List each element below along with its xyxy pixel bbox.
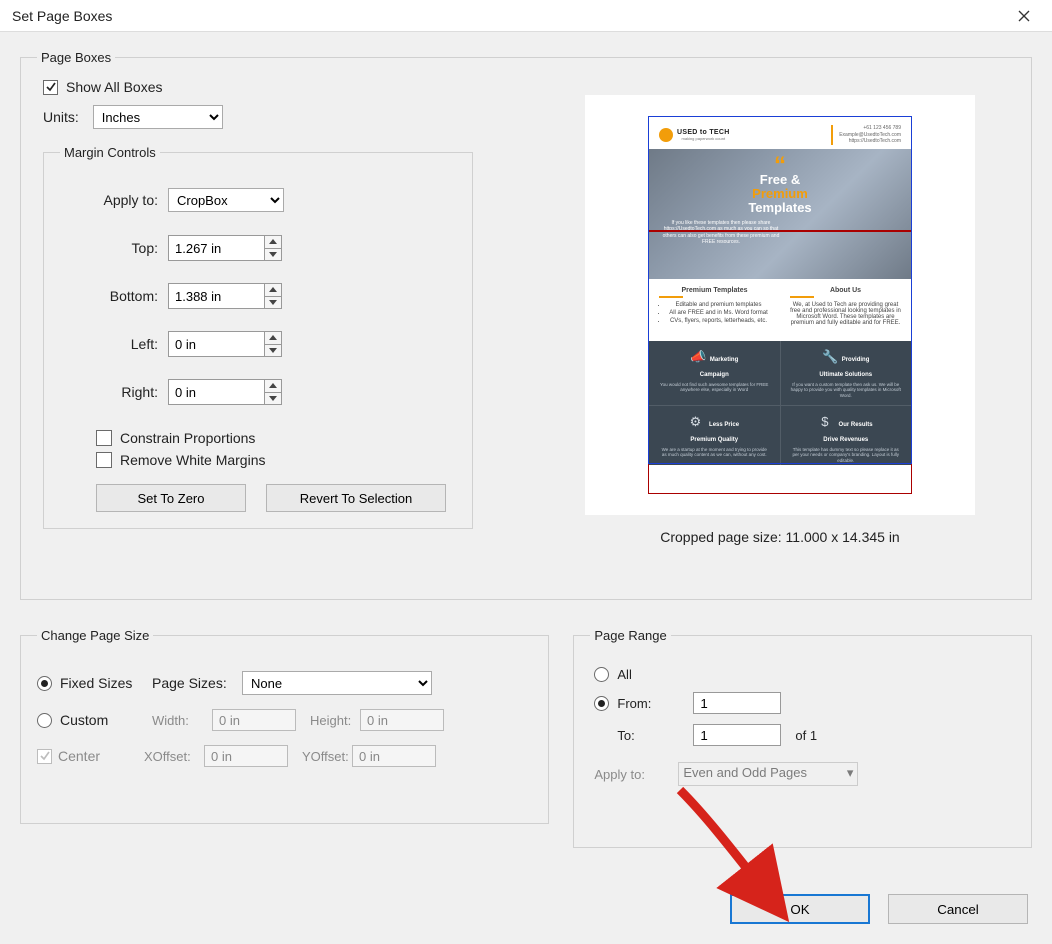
top-spin-down[interactable] <box>265 249 281 261</box>
bottom-spin-down[interactable] <box>265 297 281 309</box>
fixed-sizes-radio[interactable] <box>37 676 52 691</box>
right-spin-buttons <box>264 379 282 405</box>
titlebar: Set Page Boxes <box>0 0 1052 32</box>
units-select[interactable]: Inches <box>93 105 223 129</box>
close-icon <box>1018 10 1030 22</box>
width-input <box>212 709 296 731</box>
top-spinner[interactable] <box>168 235 282 261</box>
left-spin-up[interactable] <box>265 332 281 345</box>
constrain-row: Constrain Proportions <box>96 430 456 446</box>
revert-to-selection-button[interactable]: Revert To Selection <box>266 484 446 512</box>
page-range-group: Page Range All From: To: of 1 Apply to: … <box>573 628 1032 848</box>
right-input[interactable] <box>168 379 264 405</box>
constrain-label: Constrain Proportions <box>120 430 255 446</box>
chevron-down-icon <box>269 252 277 257</box>
check-icon <box>39 750 51 762</box>
page-boxes-legend: Page Boxes <box>37 50 115 65</box>
client-area: Page Boxes Show All Boxes Units: Inches … <box>0 32 1052 944</box>
ok-button[interactable]: OK <box>730 894 870 924</box>
right-label: Right: <box>84 384 158 400</box>
margin-controls-form: Apply to: CropBox Top: <box>60 174 456 424</box>
units-row: Units: Inches <box>43 105 507 129</box>
remove-wm-checkbox[interactable] <box>96 452 112 468</box>
margin-controls-group: Margin Controls Apply to: CropBox Top: <box>43 145 473 529</box>
apply-to-label: Apply to: <box>84 192 158 208</box>
left-spin-down[interactable] <box>265 345 281 357</box>
center-label: Center <box>58 748 144 764</box>
bottom-spinner[interactable] <box>168 283 282 309</box>
chevron-up-icon <box>269 383 277 388</box>
range-apply-to-label: Apply to: <box>594 767 678 782</box>
yoffset-label: YOffset: <box>288 749 352 764</box>
show-all-boxes-row: Show All Boxes <box>43 79 507 95</box>
chevron-up-icon <box>269 335 277 340</box>
yoffset-input <box>352 745 436 767</box>
from-label: From: <box>617 696 693 711</box>
change-page-size-group: Change Page Size Fixed Sizes Page Sizes:… <box>20 628 549 824</box>
left-label: Left: <box>84 336 158 352</box>
units-label: Units: <box>43 109 79 125</box>
show-all-boxes-label: Show All Boxes <box>66 79 163 95</box>
chevron-down-icon <box>269 348 277 353</box>
bottom-label: Bottom: <box>84 288 158 304</box>
left-spin-buttons <box>264 331 282 357</box>
page-boxes-left: Show All Boxes Units: Inches Margin Cont… <box>37 79 507 529</box>
center-checkbox <box>37 749 52 764</box>
custom-label: Custom <box>60 712 152 728</box>
all-radio[interactable] <box>594 667 609 682</box>
custom-radio[interactable] <box>37 713 52 728</box>
margin-controls-legend: Margin Controls <box>60 145 160 160</box>
cancel-button[interactable]: Cancel <box>888 894 1028 924</box>
height-label: Height: <box>296 713 360 728</box>
xoffset-input <box>204 745 288 767</box>
check-icon <box>45 81 57 93</box>
preview-blue-box <box>648 116 912 464</box>
top-label: Top: <box>84 240 158 256</box>
right-spin-up[interactable] <box>265 380 281 393</box>
page-sizes-select[interactable]: None <box>242 671 432 695</box>
bottom-spin-up[interactable] <box>265 284 281 297</box>
all-label: All <box>617 667 631 682</box>
preview-page-red-box: USED to TECH making paperwork count +61 … <box>648 116 912 494</box>
set-to-zero-button[interactable]: Set To Zero <box>96 484 246 512</box>
chevron-up-icon <box>269 287 277 292</box>
cropped-size-label: Cropped page size: 11.000 x 14.345 in <box>545 529 1015 545</box>
remove-wm-row: Remove White Margins <box>96 452 456 468</box>
apply-to-select[interactable]: CropBox <box>168 188 284 212</box>
constrain-checkbox[interactable] <box>96 430 112 446</box>
xoffset-label: XOffset: <box>144 749 204 764</box>
of-label: of 1 <box>795 728 817 743</box>
right-spinner[interactable] <box>168 379 282 405</box>
chevron-down-icon <box>269 300 277 305</box>
bottom-input[interactable] <box>168 283 264 309</box>
chevron-up-icon <box>269 239 277 244</box>
range-apply-to-select: Even and Odd Pages ▾ <box>678 762 858 786</box>
from-radio[interactable] <box>594 696 609 711</box>
chevron-down-icon <box>269 396 277 401</box>
change-page-size-legend: Change Page Size <box>37 628 153 643</box>
remove-wm-label: Remove White Margins <box>120 452 266 468</box>
top-spin-up[interactable] <box>265 236 281 249</box>
page-range-legend: Page Range <box>590 628 670 643</box>
left-input[interactable] <box>168 331 264 357</box>
right-spin-down[interactable] <box>265 393 281 405</box>
to-label: To: <box>617 728 693 743</box>
from-input[interactable] <box>693 692 781 714</box>
height-input <box>360 709 444 731</box>
to-input[interactable] <box>693 724 781 746</box>
chevron-down-icon: ▾ <box>847 765 854 781</box>
bottom-spin-buttons <box>264 283 282 309</box>
window-title: Set Page Boxes <box>12 8 1004 24</box>
left-spinner[interactable] <box>168 331 282 357</box>
page-boxes-group: Page Boxes Show All Boxes Units: Inches … <box>20 50 1032 600</box>
width-label: Width: <box>152 713 212 728</box>
page-sizes-label: Page Sizes: <box>152 675 242 691</box>
top-input[interactable] <box>168 235 264 261</box>
preview-panel: USED to TECH making paperwork count +61 … <box>545 79 1015 545</box>
close-button[interactable] <box>1004 1 1044 31</box>
show-all-boxes-checkbox[interactable] <box>43 80 58 95</box>
top-spin-buttons <box>264 235 282 261</box>
fixed-sizes-label: Fixed Sizes <box>60 675 152 691</box>
preview-frame: USED to TECH making paperwork count +61 … <box>585 95 975 515</box>
